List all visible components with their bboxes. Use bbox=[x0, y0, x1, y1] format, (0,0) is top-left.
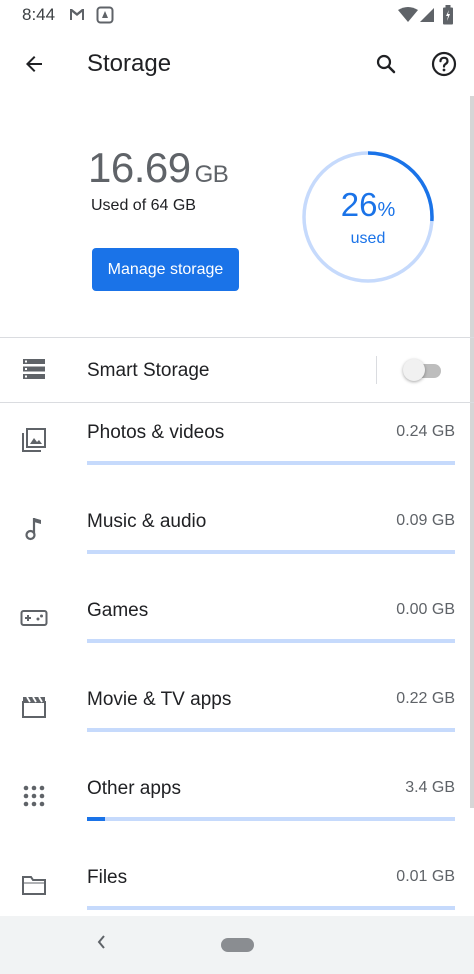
category-size: 0.24 GB bbox=[396, 423, 455, 440]
page-title: Storage bbox=[87, 50, 172, 77]
music-note-icon bbox=[20, 515, 48, 543]
category-size: 3.4 GB bbox=[405, 779, 455, 796]
battery-icon bbox=[442, 5, 454, 30]
category-size: 0.00 GB bbox=[396, 601, 455, 618]
help-icon[interactable] bbox=[426, 46, 462, 82]
category-label: Files bbox=[87, 867, 128, 888]
divider-vertical bbox=[376, 356, 377, 384]
percent-used: 26% bbox=[301, 186, 435, 224]
search-icon[interactable] bbox=[368, 46, 404, 82]
percent-value: 26 bbox=[340, 186, 378, 223]
percent-sign: % bbox=[377, 199, 396, 221]
gmail-icon bbox=[68, 6, 86, 27]
category-bar bbox=[87, 550, 455, 554]
toggle-thumb bbox=[403, 359, 425, 381]
app-bar: Storage bbox=[0, 30, 474, 98]
smart-storage-label: Smart Storage bbox=[87, 360, 210, 381]
usage-ring: 26% used bbox=[301, 150, 435, 284]
category-row-photos[interactable]: Photos & videos 0.24 GB bbox=[0, 402, 474, 491]
used-amount: 16.69 GB bbox=[88, 144, 229, 192]
storage-summary: 16.69 GB Used of 64 GB Manage storage 26%… bbox=[0, 96, 474, 338]
wifi-icon bbox=[398, 7, 418, 28]
category-size: 0.01 GB bbox=[396, 868, 455, 885]
apps-grid-icon bbox=[20, 782, 48, 810]
category-bar-fill bbox=[87, 817, 106, 821]
category-row-movies[interactable]: Movie & TV apps 0.22 GB bbox=[0, 669, 474, 758]
category-row-music[interactable]: Music & audio 0.09 GB bbox=[0, 491, 474, 580]
category-bar bbox=[87, 817, 455, 821]
status-time: 8:44 bbox=[22, 5, 56, 24]
photo-icon bbox=[96, 6, 114, 29]
smart-storage-row[interactable]: Smart Storage bbox=[0, 338, 474, 402]
gamepad-icon bbox=[20, 604, 48, 632]
category-size: 0.09 GB bbox=[396, 512, 455, 529]
storage-list-icon bbox=[22, 358, 46, 385]
used-of-total: Used of 64 GB bbox=[91, 197, 196, 214]
category-row-games[interactable]: Games 0.00 GB bbox=[0, 580, 474, 669]
used-unit: GB bbox=[194, 161, 229, 188]
arrow-back-icon[interactable] bbox=[16, 46, 52, 82]
used-value: 16.69 bbox=[88, 144, 191, 191]
signal-icon bbox=[420, 7, 434, 28]
category-bar bbox=[87, 639, 455, 643]
category-label: Photos & videos bbox=[87, 422, 225, 443]
category-bar bbox=[87, 461, 455, 465]
home-pill-icon[interactable] bbox=[221, 938, 254, 952]
category-label: Games bbox=[87, 600, 149, 621]
photo-library-icon bbox=[20, 426, 48, 454]
percent-label: used bbox=[350, 230, 386, 247]
status-bar: 8:44 bbox=[0, 0, 474, 30]
category-bar bbox=[87, 906, 455, 910]
navigation-bar bbox=[0, 916, 474, 974]
category-label: Music & audio bbox=[87, 511, 207, 532]
category-label: Other apps bbox=[87, 778, 181, 799]
category-row-other-apps[interactable]: Other apps 3.4 GB bbox=[0, 758, 474, 847]
nav-back-icon[interactable] bbox=[95, 933, 107, 957]
smart-storage-toggle[interactable] bbox=[403, 359, 441, 381]
category-label: Movie & TV apps bbox=[87, 689, 232, 710]
folder-icon bbox=[20, 871, 48, 899]
category-bar bbox=[87, 728, 455, 732]
category-size: 0.22 GB bbox=[396, 690, 455, 707]
manage-storage-button[interactable]: Manage storage bbox=[92, 248, 239, 291]
movie-icon bbox=[20, 693, 48, 721]
